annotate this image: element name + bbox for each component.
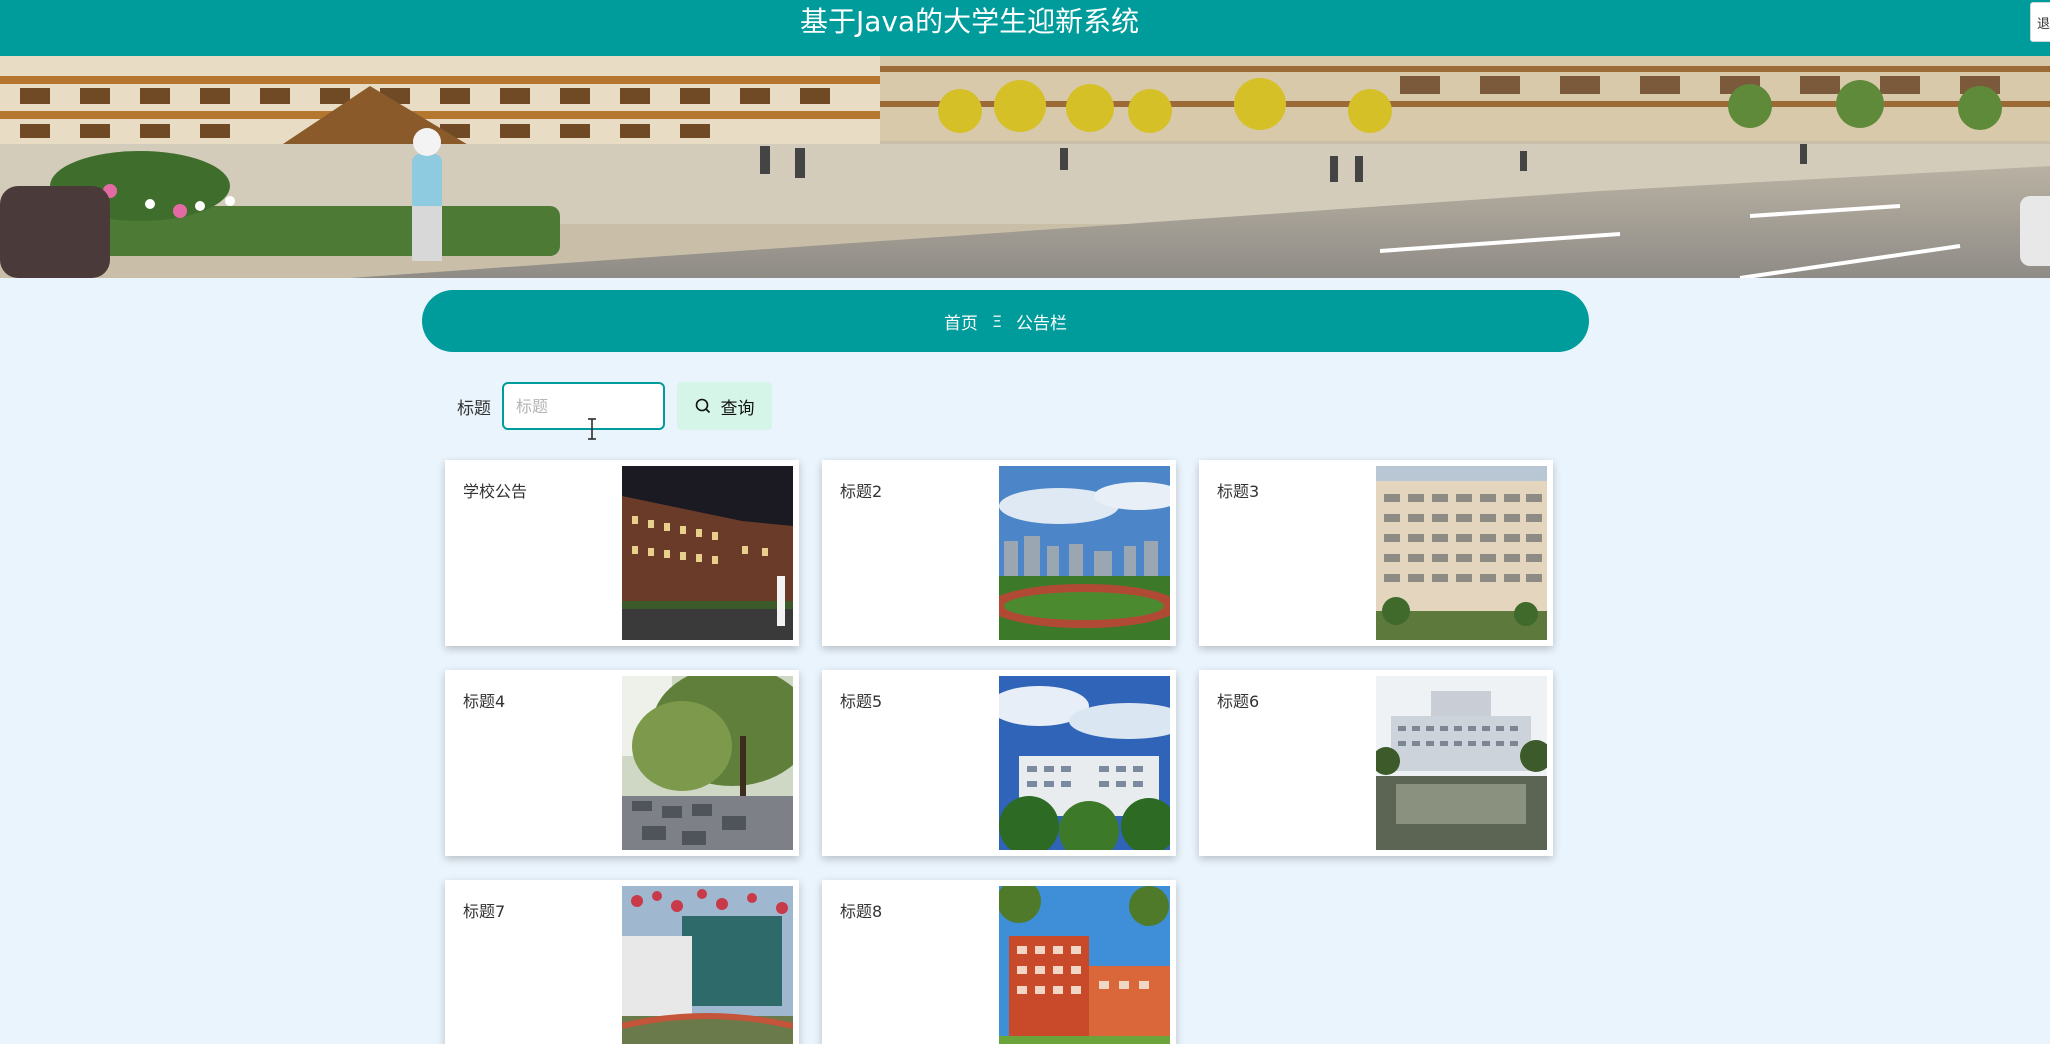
notice-card-thumbnail[interactable]: [622, 886, 793, 1044]
banner-image-campus-plaza: [0, 56, 2050, 278]
breadcrumb-separator-icon: Ξ: [991, 311, 1003, 331]
library-blossom-tree-image: [622, 886, 793, 1044]
notice-card-4[interactable]: 标题4: [445, 670, 799, 856]
search-label: 标题: [457, 399, 491, 419]
notice-card-title: 标题7: [463, 902, 506, 921]
campus-building-blue-sky-image: [999, 676, 1170, 850]
text-cursor-icon: [588, 418, 596, 440]
notice-card-6[interactable]: 标题6: [1199, 670, 1553, 856]
notice-card-thumbnail[interactable]: [999, 676, 1170, 850]
breadcrumb-home[interactable]: 首页: [944, 309, 978, 334]
notice-card-title: 学校公告: [463, 482, 528, 501]
notice-card-thumbnail[interactable]: [999, 466, 1170, 640]
breadcrumb-current: 公告栏: [1016, 313, 1068, 334]
notice-card-1[interactable]: 学校公告: [445, 460, 799, 646]
logout-button[interactable]: 退: [2030, 2, 2050, 42]
notice-card-title: 标题8: [840, 902, 883, 921]
notice-card-thumbnail[interactable]: [1376, 676, 1547, 850]
search-button[interactable]: 查询: [677, 382, 772, 430]
notice-card-8[interactable]: 标题8: [822, 880, 1176, 1044]
night-campus-building-image: [622, 466, 793, 640]
notice-card-thumbnail[interactable]: [622, 466, 793, 640]
notice-card-2[interactable]: 标题2: [822, 460, 1176, 646]
notice-card-thumbnail[interactable]: [622, 676, 793, 850]
tall-dormitory-building-image: [1376, 466, 1547, 640]
banner-carousel[interactable]: [0, 56, 2050, 278]
search-input[interactable]: [502, 382, 665, 430]
red-brick-building-image: [999, 886, 1170, 1044]
site-title: 基于Java的大学生迎新系统: [800, 5, 1140, 38]
notice-card-5[interactable]: 标题5: [822, 670, 1176, 856]
willow-tree-plaza-image: [622, 676, 793, 850]
notice-card-thumbnail[interactable]: [1376, 466, 1547, 640]
notice-card-7[interactable]: 标题7: [445, 880, 799, 1044]
notice-card-title: 标题4: [463, 692, 506, 711]
notice-card-title: 标题6: [1217, 692, 1260, 711]
notice-card-title: 标题5: [840, 692, 883, 711]
notice-card-title: 标题3: [1217, 482, 1260, 501]
notice-card-title: 标题2: [840, 482, 883, 501]
breadcrumb: 首页 Ξ 公告栏: [422, 290, 1589, 352]
search-button-label: 查询: [720, 398, 755, 419]
notice-card-3[interactable]: 标题3: [1199, 460, 1553, 646]
building-reflection-pool-image: [1376, 676, 1547, 850]
notice-card-thumbnail[interactable]: [999, 886, 1170, 1044]
top-header: 基于Java的大学生迎新系统 退: [0, 0, 2050, 56]
sports-field-city-image: [999, 466, 1170, 640]
search-icon: [695, 398, 710, 414]
